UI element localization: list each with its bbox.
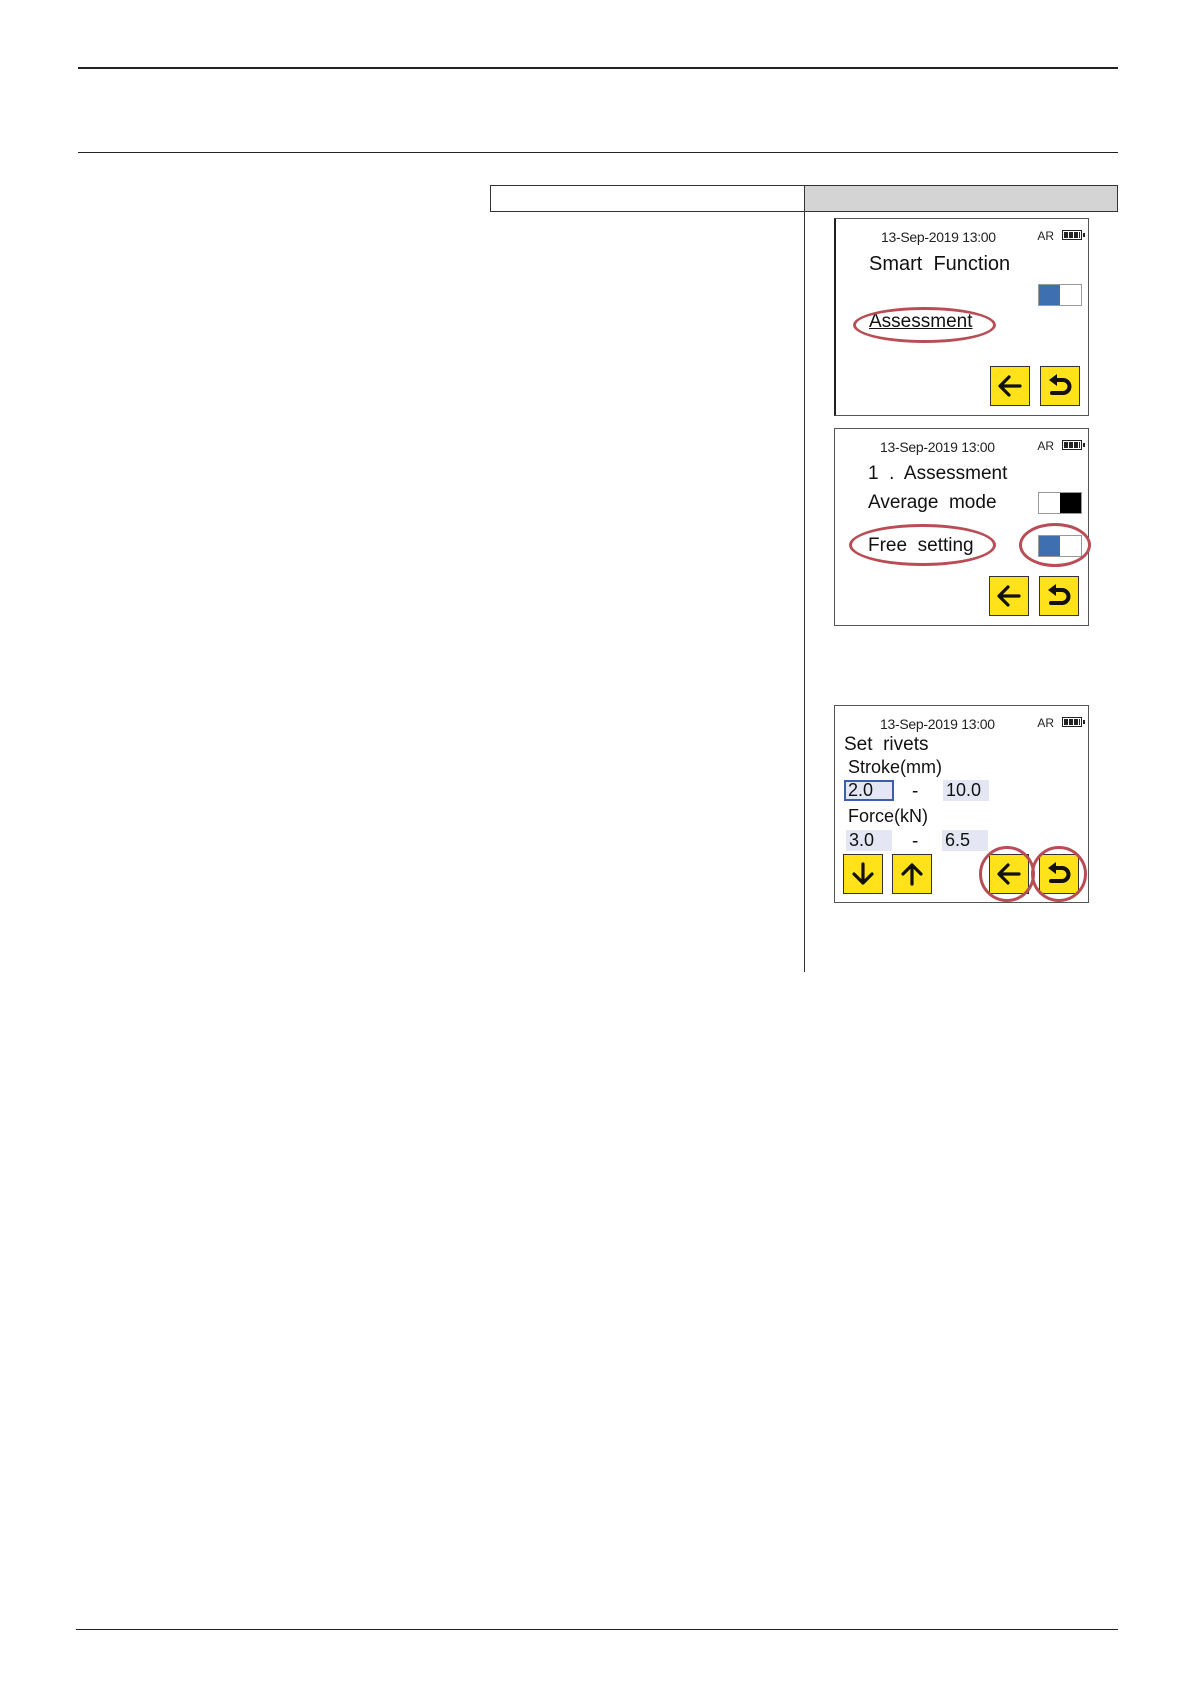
- range-dash: -: [912, 781, 919, 802]
- ar-indicator: AR: [1037, 229, 1054, 243]
- header-top-rule: [78, 67, 1118, 69]
- force-label: Force(kN): [848, 806, 928, 826]
- return-button[interactable]: [1039, 576, 1079, 616]
- status-datetime: 13-Sep-2019 13:00: [880, 439, 995, 455]
- highlight-circle: [853, 307, 996, 343]
- device-screen-assessment: 13-Sep-2019 13:00 AR 1 . Assessment Aver…: [834, 428, 1091, 626]
- undo-return-icon: [1049, 374, 1072, 395]
- table-header-cell-right: [805, 186, 1117, 211]
- highlight-circle: [979, 846, 1035, 902]
- arrow-down-icon: [852, 862, 874, 885]
- arrow-left-icon: [997, 585, 1021, 607]
- force-max-field[interactable]: 6.5: [942, 830, 988, 851]
- table-column-divider: [804, 212, 805, 972]
- ar-indicator: AR: [1037, 439, 1054, 453]
- stroke-max-field[interactable]: 10.0: [943, 780, 989, 801]
- highlight-circle: [849, 524, 996, 566]
- smart-function-toggle[interactable]: [1038, 284, 1082, 306]
- screen-title: 1 . Assessment: [868, 463, 1008, 484]
- table-header-row: [490, 185, 1118, 212]
- range-dash: -: [912, 831, 919, 852]
- arrow-left-icon: [998, 375, 1022, 397]
- force-min-field[interactable]: 3.0: [846, 830, 892, 851]
- device-screen-smart-function: 13-Sep-2019 13:00 AR Smart Function Asse…: [834, 218, 1089, 416]
- back-button[interactable]: [990, 366, 1030, 406]
- battery-icon: [1062, 230, 1085, 240]
- arrow-up-icon: [901, 863, 923, 886]
- down-button[interactable]: [843, 854, 883, 894]
- status-datetime: 13-Sep-2019 13:00: [880, 716, 995, 732]
- battery-icon: [1062, 717, 1085, 727]
- status-datetime: 13-Sep-2019 13:00: [881, 229, 996, 245]
- device-screen-set-rivets: 13-Sep-2019 13:00 AR Set rivets Stroke(m…: [834, 705, 1089, 903]
- average-mode-toggle[interactable]: [1038, 492, 1082, 514]
- stroke-label: Stroke(mm): [848, 757, 942, 777]
- footer-rule: [76, 1629, 1118, 1630]
- ar-indicator: AR: [1037, 716, 1054, 730]
- battery-icon: [1062, 440, 1085, 450]
- stroke-min-field[interactable]: 2.0: [844, 780, 894, 801]
- screen-title: Set rivets: [844, 734, 929, 755]
- undo-return-icon: [1048, 584, 1071, 605]
- highlight-circle: [1031, 846, 1087, 902]
- highlight-circle: [1019, 523, 1091, 567]
- average-mode-label: Average mode: [868, 492, 997, 513]
- header-bottom-rule: [78, 152, 1118, 153]
- screen-title: Smart Function: [869, 253, 1011, 275]
- table-header-cell-left: [491, 186, 805, 211]
- return-button[interactable]: [1040, 366, 1080, 406]
- back-button[interactable]: [989, 576, 1029, 616]
- up-button[interactable]: [892, 854, 932, 894]
